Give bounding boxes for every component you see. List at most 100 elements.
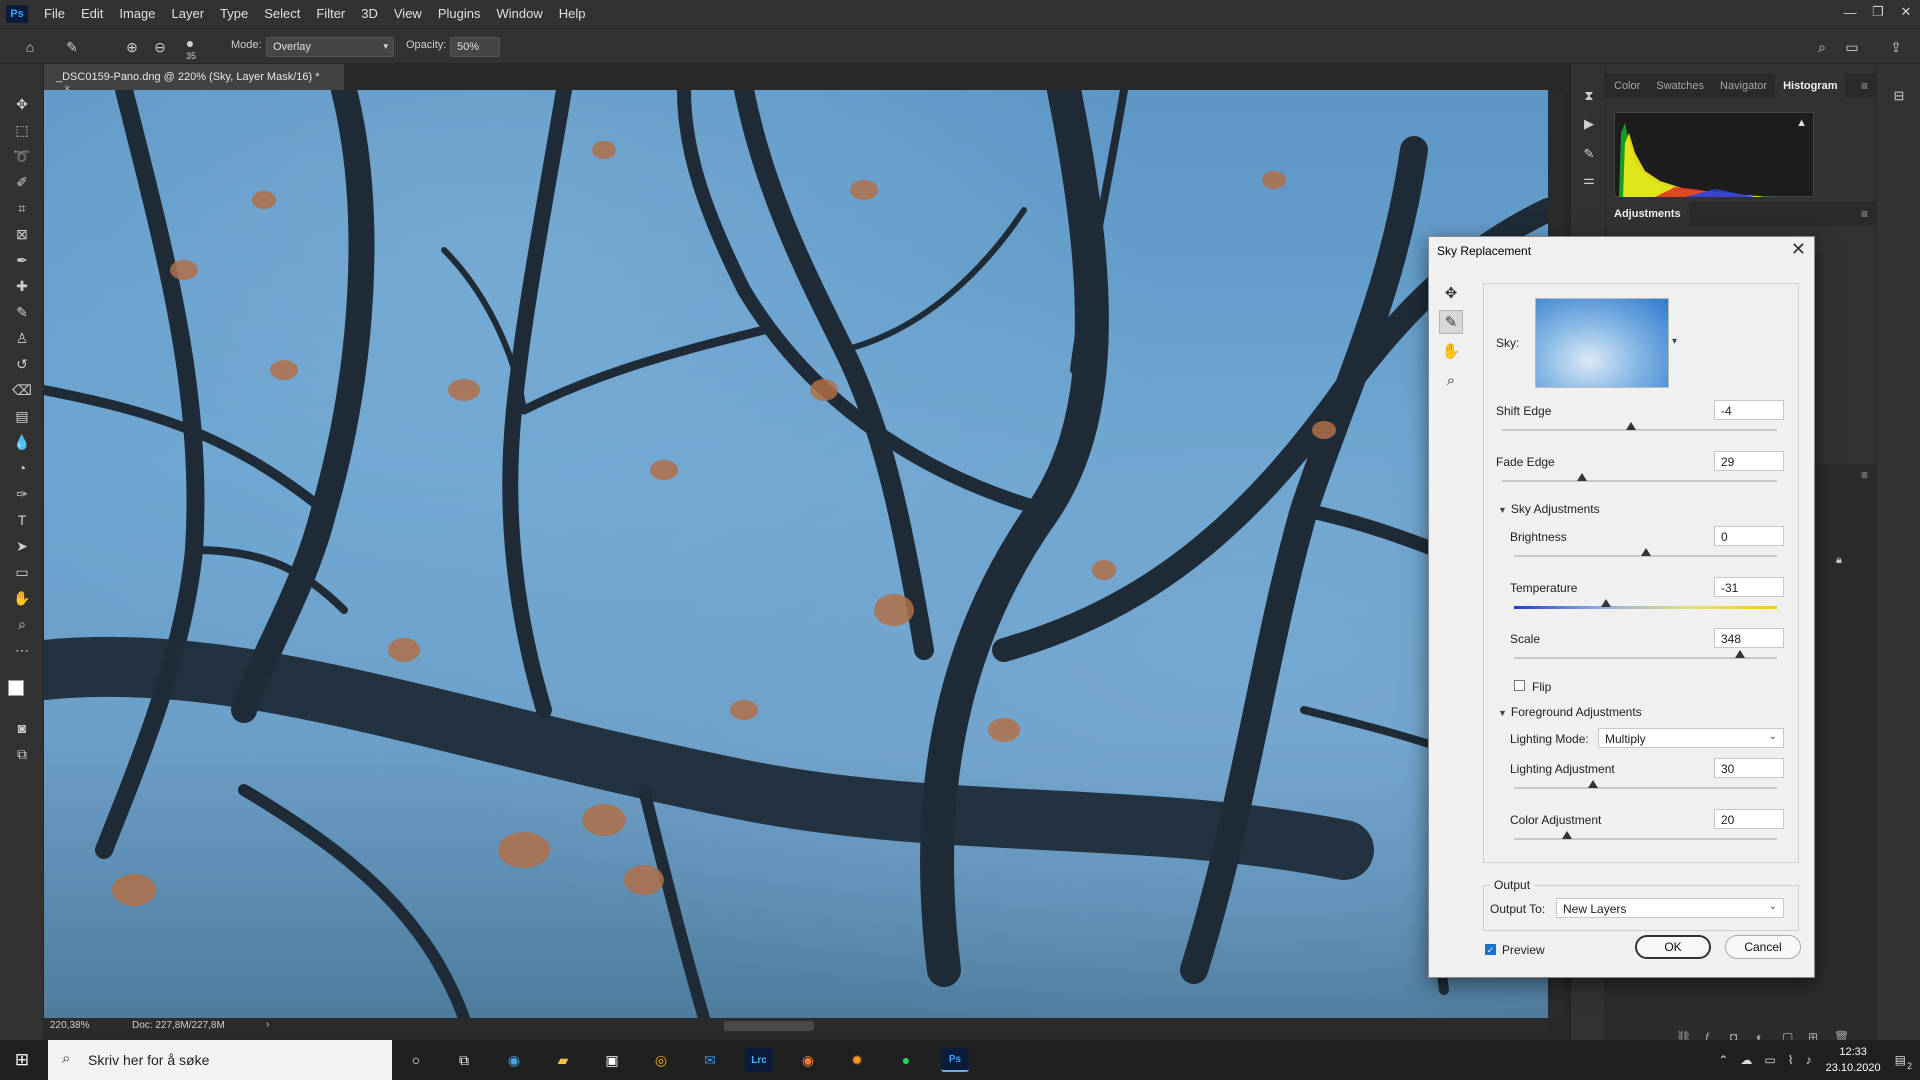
frame-tool-icon[interactable]: ⊠ xyxy=(12,224,32,244)
cloud-icon[interactable]: ☁ xyxy=(1740,1053,1752,1067)
dialog-close-icon[interactable]: ✕ xyxy=(1791,239,1806,260)
crop-tool-icon[interactable]: ⌗ xyxy=(12,198,32,218)
lighting-mode-select[interactable]: Multiply ⌄ xyxy=(1598,728,1784,748)
task-view-icon[interactable]: ⧉ xyxy=(450,1048,478,1072)
slider-thumb[interactable] xyxy=(1561,831,1572,839)
dodge-tool-icon[interactable]: ◔ xyxy=(12,458,32,478)
type-tool-icon[interactable]: T xyxy=(12,510,32,530)
blur-tool-icon[interactable]: 💧 xyxy=(12,432,32,452)
output-to-select[interactable]: New Layers ⌄ xyxy=(1556,898,1784,918)
menu-edit[interactable]: Edit xyxy=(73,0,111,28)
menu-file[interactable]: File xyxy=(36,0,73,28)
orange-app-icon[interactable]: ✹ xyxy=(843,1048,871,1072)
menu-window[interactable]: Window xyxy=(488,0,550,28)
shift-edge-slider[interactable] xyxy=(1502,429,1777,431)
status-menu-chevron-icon[interactable]: › xyxy=(266,1019,269,1030)
firefox-icon[interactable]: ◉ xyxy=(794,1048,822,1072)
add-to-mask-icon[interactable]: ⊕ xyxy=(122,37,142,57)
menu-3d[interactable]: 3D xyxy=(353,0,386,28)
clock[interactable]: 12:33 23.10.2020 xyxy=(1826,1044,1881,1076)
brush-size-icon[interactable]: ● xyxy=(180,33,200,53)
foreground-color-swatch[interactable] xyxy=(8,680,24,696)
restore-button[interactable]: ❐ xyxy=(1864,0,1892,24)
zoom-tool-icon[interactable]: ⌕ xyxy=(12,614,32,634)
mail-icon[interactable]: ✉ xyxy=(696,1048,724,1072)
tab-histogram[interactable]: Histogram xyxy=(1775,74,1846,98)
brush-tool-icon[interactable]: ✎ xyxy=(12,302,32,322)
menu-view[interactable]: View xyxy=(386,0,430,28)
pen-tool-icon[interactable]: ✑ xyxy=(12,484,32,504)
tab-adjustments[interactable]: Adjustments xyxy=(1606,202,1689,226)
tab-swatches[interactable]: Swatches xyxy=(1648,74,1712,98)
eyedropper-tool-icon[interactable]: ✒ xyxy=(12,250,32,270)
brush-preset-icon[interactable]: ✎ xyxy=(62,37,82,57)
windows-start-icon[interactable]: ⊞ xyxy=(12,1050,32,1070)
slider-thumb[interactable] xyxy=(1626,422,1637,430)
scale-input[interactable]: 348 xyxy=(1714,628,1784,648)
sky-move-tool-icon[interactable]: ✥ xyxy=(1439,281,1463,305)
temperature-input[interactable]: -31 xyxy=(1714,577,1784,597)
slider-thumb[interactable] xyxy=(1601,599,1612,607)
search-icon[interactable]: ⌕ xyxy=(1812,37,1832,57)
healing-brush-tool-icon[interactable]: ✚ xyxy=(12,276,32,296)
warning-icon[interactable]: ▲ xyxy=(1796,117,1807,129)
mode-select[interactable]: Overlay ▾ xyxy=(266,37,394,57)
sky-preset-thumbnail[interactable] xyxy=(1535,298,1669,388)
fade-edge-input[interactable]: 29 xyxy=(1714,451,1784,471)
document-tab[interactable]: _DSC0159-Pano.dng @ 220% (Sky, Layer Mas… xyxy=(44,64,344,95)
history-brush-tool-icon[interactable]: ↺ xyxy=(12,354,32,374)
spotify-icon[interactable]: ● xyxy=(892,1048,920,1072)
quick-select-tool-icon[interactable]: ✐ xyxy=(12,172,32,192)
sky-preset-chevron-icon[interactable]: ▾ xyxy=(1672,336,1677,347)
home-icon[interactable]: ⌂ xyxy=(20,37,40,57)
adjustments-menu-icon[interactable]: ≡ xyxy=(1861,207,1868,221)
notifications-icon[interactable]: ▤ 2 xyxy=(1895,1053,1912,1071)
menu-type[interactable]: Type xyxy=(212,0,256,28)
properties-panel-icon[interactable]: ⚌ xyxy=(1579,170,1599,190)
layers-menu-icon[interactable]: ≡ xyxy=(1861,468,1868,482)
temperature-slider[interactable] xyxy=(1514,606,1777,609)
zoom-tool-icon[interactable]: ⌕ xyxy=(1439,368,1463,392)
chevron-up-icon[interactable]: ⌃ xyxy=(1718,1053,1728,1067)
preview-checkbox[interactable]: ✓ xyxy=(1485,944,1496,955)
flip-checkbox[interactable] xyxy=(1514,680,1525,691)
lasso-tool-icon[interactable]: ➰ xyxy=(12,146,32,166)
store-icon[interactable]: ▣ xyxy=(598,1048,626,1072)
eraser-tool-icon[interactable]: ⌫ xyxy=(12,380,32,400)
rectangle-tool-icon[interactable]: ▭ xyxy=(12,562,32,582)
opacity-input[interactable]: 50% xyxy=(450,37,500,57)
move-tool-icon[interactable]: ✥ xyxy=(12,94,32,114)
lock-icon[interactable]: 🔒︎ xyxy=(1836,554,1842,567)
document-canvas[interactable] xyxy=(44,90,1548,1018)
subtract-from-mask-icon[interactable]: ⊖ xyxy=(150,37,170,57)
close-window-button[interactable]: ✕ xyxy=(1892,0,1920,24)
shift-edge-input[interactable]: -4 xyxy=(1714,400,1784,420)
tab-navigator[interactable]: Navigator xyxy=(1712,74,1775,98)
stamp-tool-icon[interactable]: ♙ xyxy=(12,328,32,348)
menu-layer[interactable]: Layer xyxy=(164,0,213,28)
volume-icon[interactable]: ♪ xyxy=(1806,1053,1812,1067)
marquee-tool-icon[interactable]: ⬚ xyxy=(12,120,32,140)
slider-thumb[interactable] xyxy=(1640,548,1651,556)
color-adjustment-slider[interactable] xyxy=(1514,838,1777,840)
libraries-panel-icon[interactable]: ⊟ xyxy=(1889,86,1909,106)
color-adjustment-input[interactable]: 20 xyxy=(1714,809,1784,829)
sky-adjustments-header[interactable]: ▼ Sky Adjustments xyxy=(1498,502,1600,516)
tab-color[interactable]: Color xyxy=(1606,74,1648,98)
slider-thumb[interactable] xyxy=(1587,780,1598,788)
menu-filter[interactable]: Filter xyxy=(308,0,353,28)
path-select-tool-icon[interactable]: ➤ xyxy=(12,536,32,556)
workspace-icon[interactable]: ▭ xyxy=(1842,37,1862,57)
menu-image[interactable]: Image xyxy=(111,0,163,28)
screen-mode-icon[interactable]: ⧉ xyxy=(12,744,32,764)
edge-browser-icon[interactable]: ◉ xyxy=(500,1048,528,1072)
slider-thumb[interactable] xyxy=(1576,473,1587,481)
history-panel-icon[interactable]: ⧗ xyxy=(1579,86,1599,106)
taskbar-search[interactable]: ⌕ Skriv her for å søke xyxy=(48,1040,392,1080)
horizontal-scroll-thumb[interactable] xyxy=(724,1021,814,1031)
cancel-button[interactable]: Cancel xyxy=(1725,935,1801,959)
lighting-adjustment-input[interactable]: 30 xyxy=(1714,758,1784,778)
menu-help[interactable]: Help xyxy=(551,0,594,28)
more-tools-icon[interactable]: ⋯ xyxy=(12,640,32,660)
photoshop-taskbar-icon[interactable]: Ps xyxy=(941,1048,969,1072)
